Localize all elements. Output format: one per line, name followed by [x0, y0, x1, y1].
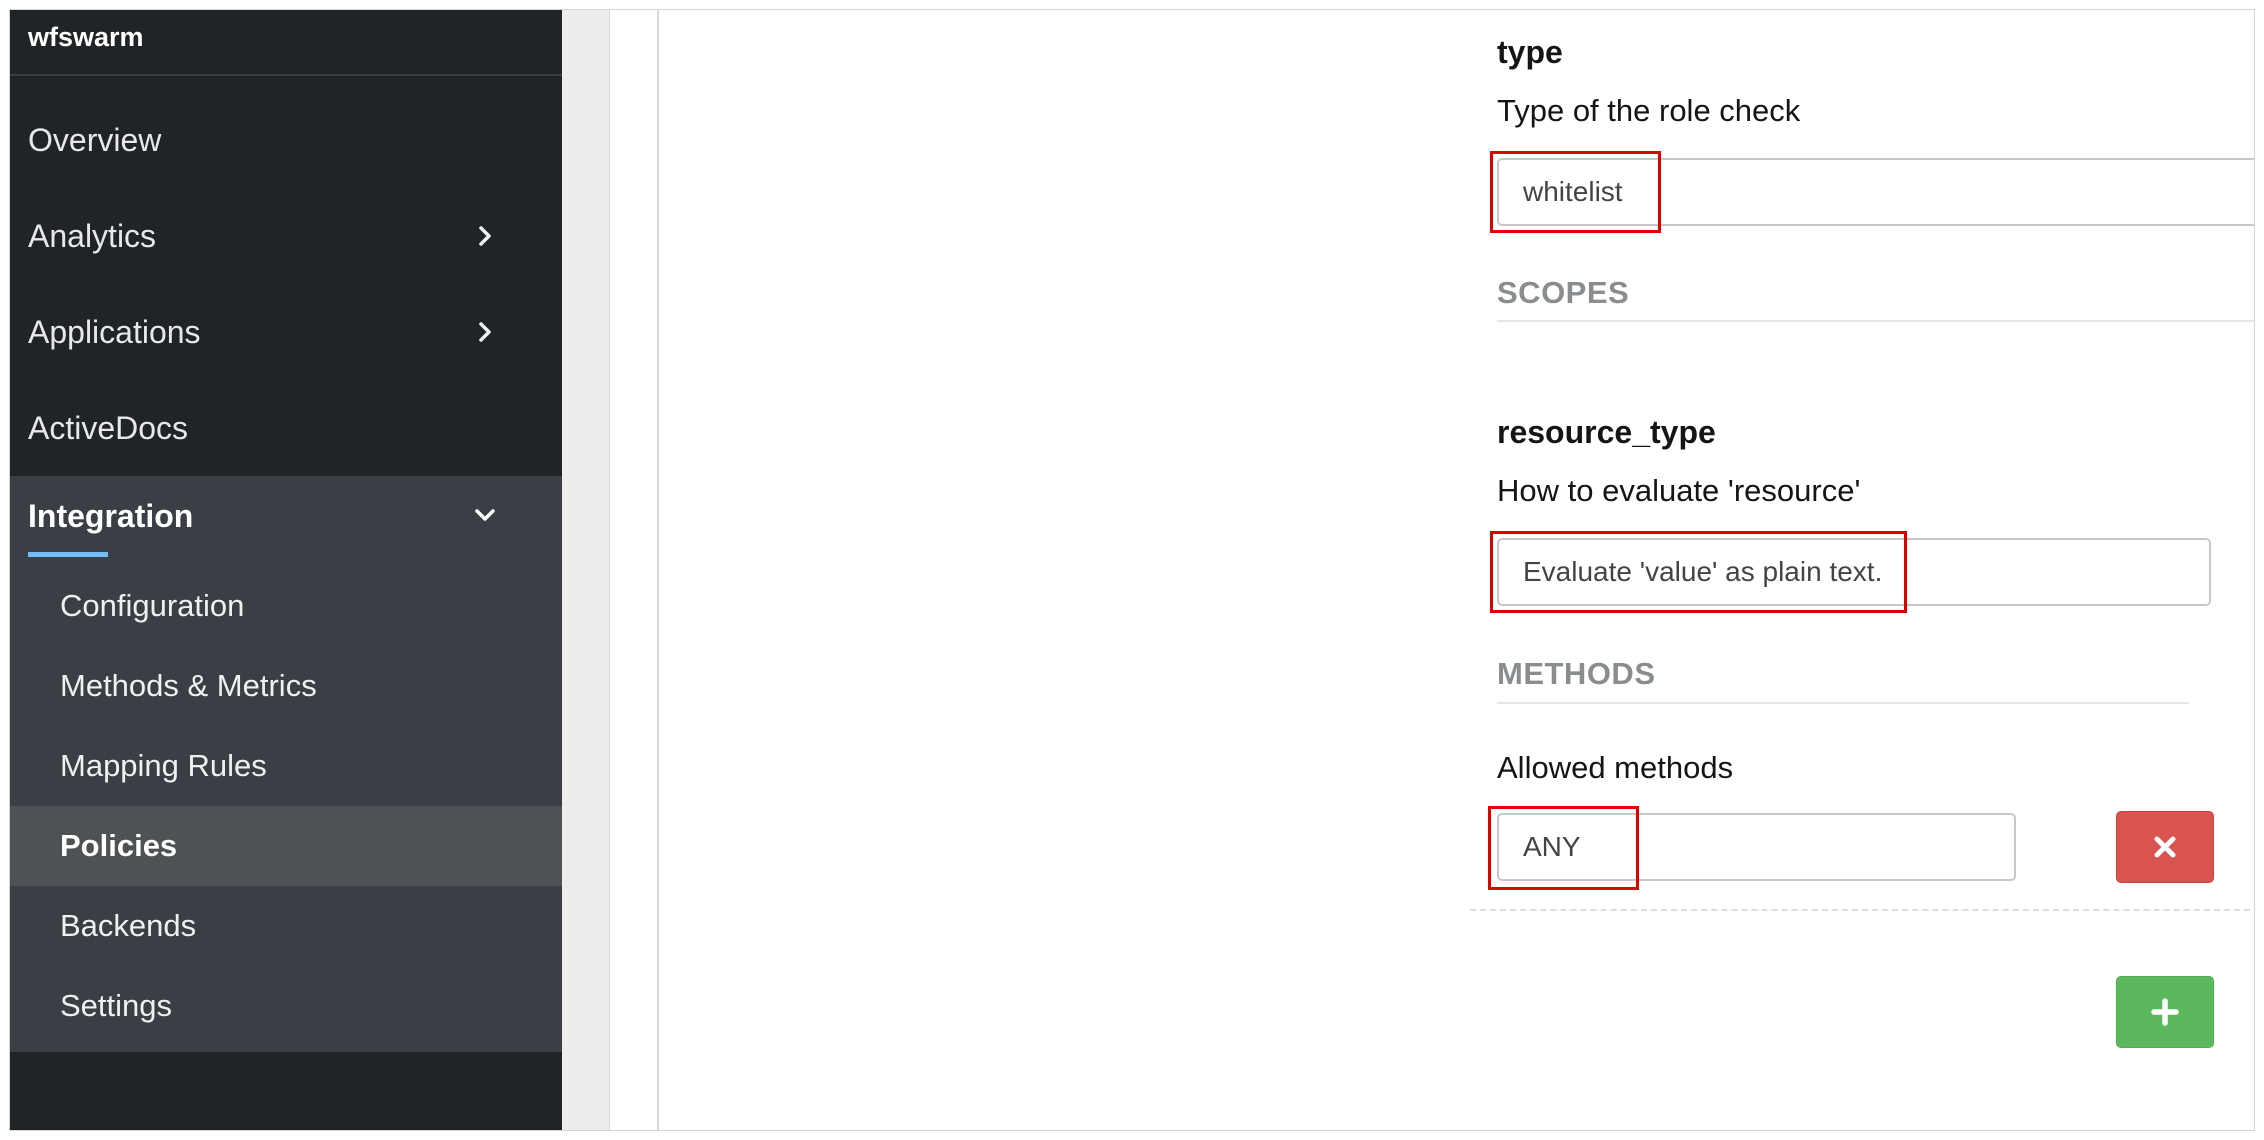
sidebar-subitem-label: Policies	[60, 828, 178, 863]
allowed-method-input[interactable]	[1497, 813, 2016, 881]
type-field-title: type	[1497, 34, 1563, 70]
brand-name: wfswarm	[28, 22, 144, 52]
methods-section-heading: METHODS	[1497, 656, 1656, 691]
allowed-methods-label: Allowed methods	[1497, 750, 1734, 785]
sidebar-item-label: Overview	[28, 121, 162, 158]
sidebar-subitem-label: Backends	[60, 908, 197, 943]
resource-type-input[interactable]	[1497, 538, 2211, 606]
close-icon	[2154, 836, 2176, 858]
type-input[interactable]	[1497, 158, 2254, 226]
sidebar-item-integration[interactable]: Integration	[10, 476, 562, 557]
resource-type-field-title: resource_type	[1497, 414, 1716, 450]
remove-method-button[interactable]	[2116, 811, 2214, 883]
sidebar-item-label: Applications	[28, 313, 201, 350]
sidebar-subitem-policies[interactable]: Policies	[10, 806, 562, 886]
section-divider	[1497, 702, 2189, 704]
panel-divider	[657, 10, 659, 1130]
sidebar-subitem-configuration[interactable]: Configuration	[10, 566, 562, 646]
type-field-description: Type of the role check	[1497, 93, 1801, 128]
add-method-button[interactable]	[2116, 976, 2214, 1048]
sidebar-subitem-mapping-rules[interactable]: Mapping Rules	[10, 726, 562, 806]
section-divider	[1497, 320, 2254, 322]
brand-divider	[10, 74, 562, 76]
content-gutter	[562, 10, 610, 1130]
chevron-right-icon	[472, 223, 498, 249]
sidebar-subitem-label: Methods & Metrics	[60, 668, 317, 703]
sidebar-item-label: Integration	[28, 497, 194, 534]
sidebar-subitem-methods-metrics[interactable]: Methods & Metrics	[10, 646, 562, 726]
sidebar-item-overview[interactable]: Overview	[10, 92, 562, 188]
scopes-section-heading: SCOPES	[1497, 275, 1630, 310]
sidebar-subitem-backends[interactable]: Backends	[10, 886, 562, 966]
app-window: wfswarm Overview Analytics Applications …	[9, 9, 2255, 1131]
sidebar-item-label: Analytics	[28, 217, 157, 254]
sidebar-subitem-label: Configuration	[60, 588, 245, 623]
chevron-right-icon	[472, 319, 498, 345]
sidebar-subitem-label: Settings	[60, 988, 173, 1023]
sidebar-item-analytics[interactable]: Analytics	[10, 188, 562, 284]
plus-icon	[2151, 998, 2179, 1026]
sidebar-item-label: ActiveDocs	[28, 409, 189, 446]
active-underline	[28, 552, 108, 557]
chevron-down-icon	[472, 502, 498, 528]
sidebar-subitem-settings[interactable]: Settings	[10, 966, 562, 1046]
sidebar: wfswarm Overview Analytics Applications …	[10, 10, 562, 1130]
resource-type-field-description: How to evaluate 'resource'	[1497, 473, 1861, 508]
sidebar-subitem-label: Mapping Rules	[60, 748, 267, 783]
item-separator	[1470, 909, 2250, 911]
sidebar-item-activedocs[interactable]: ActiveDocs	[10, 380, 562, 476]
sidebar-item-applications[interactable]: Applications	[10, 284, 562, 380]
